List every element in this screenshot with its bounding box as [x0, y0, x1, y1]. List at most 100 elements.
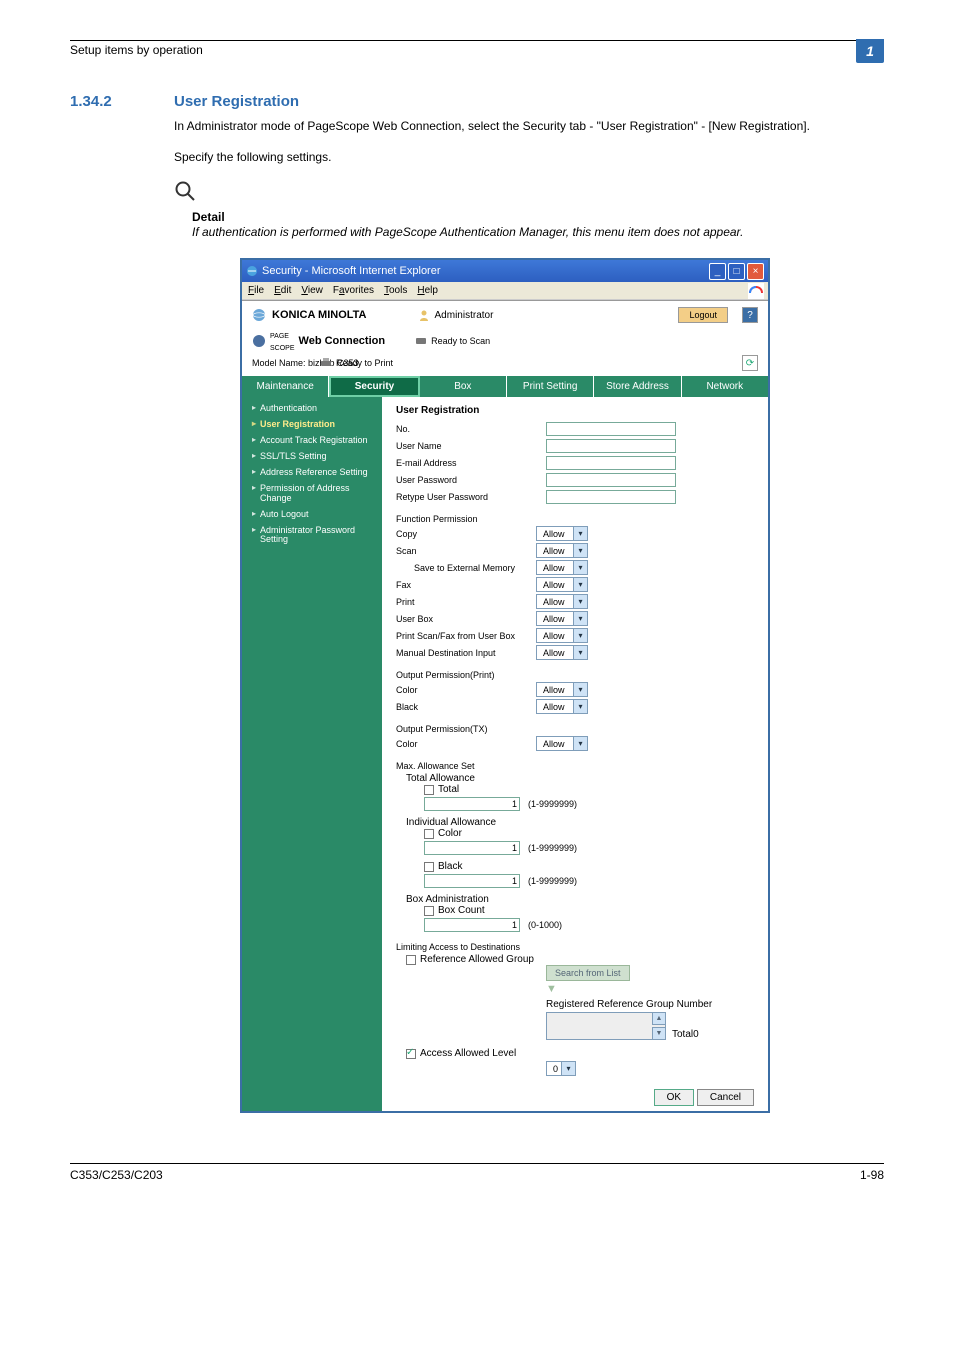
func-perm-4-select[interactable]: Allow▾ [536, 594, 588, 609]
chk-box-count[interactable] [424, 906, 434, 916]
func-perm-2-select[interactable]: Allow▾ [536, 560, 588, 575]
function-permission-title: Function Permission [396, 514, 754, 524]
input-email[interactable] [546, 456, 676, 470]
out-print-1-select[interactable]: Allow▾ [536, 699, 588, 714]
input-user-name[interactable] [546, 439, 676, 453]
minimize-button[interactable]: _ [709, 263, 726, 280]
chevron-down-icon: ▾ [573, 544, 587, 557]
input-total[interactable] [424, 797, 520, 811]
input-color[interactable] [424, 841, 520, 855]
sidebar-item-address-reference[interactable]: ▸Address Reference Setting [242, 465, 382, 481]
label-user-name: User Name [396, 441, 536, 451]
range-total: (1-9999999) [528, 799, 577, 809]
ready-scan-status: Ready to Scan [415, 335, 490, 347]
cancel-button[interactable]: Cancel [697, 1089, 754, 1106]
menu-help[interactable]: Help [417, 285, 438, 296]
sidebar-item-admin-password[interactable]: ▸Administrator Password Setting [242, 523, 382, 549]
ie-throbber-icon [748, 283, 764, 299]
footer-left: C353/C253/C203 [70, 1168, 163, 1182]
tab-maintenance[interactable]: Maintenance [242, 376, 329, 397]
pagescope-logo: PAGESCOPE Web Connection [252, 329, 385, 353]
input-box-count[interactable] [424, 918, 520, 932]
ok-button[interactable]: OK [654, 1089, 694, 1106]
scroll-up-icon[interactable]: ▲ [652, 1013, 665, 1025]
intro-paragraph-1: In Administrator mode of PageScope Web C… [174, 118, 884, 135]
tab-network[interactable]: Network [682, 376, 768, 397]
tab-print-setting[interactable]: Print Setting [507, 376, 594, 397]
admin-icon [417, 308, 431, 322]
listbox-registered-groups[interactable]: ▲ ▼ [546, 1012, 666, 1040]
chk-total[interactable] [424, 785, 434, 795]
label-email: E-mail Address [396, 458, 536, 468]
chk-black[interactable] [424, 862, 434, 872]
chevron-down-icon: ▾ [573, 578, 587, 591]
tab-box[interactable]: Box [420, 376, 507, 397]
chevron-down-icon: ▾ [561, 1062, 575, 1075]
menu-tools[interactable]: Tools [384, 285, 407, 296]
tab-store-address[interactable]: Store Address [594, 376, 681, 397]
output-tx-title: Output Permission(TX) [396, 724, 754, 734]
chk-ref-group-label: Reference Allowed Group [420, 954, 534, 965]
refresh-button[interactable]: ⟳ [742, 355, 758, 371]
chk-access-level[interactable] [406, 1049, 416, 1059]
func-perm-7-select[interactable]: Allow▾ [536, 645, 588, 660]
out-print-0-label: Color [396, 685, 536, 695]
down-triangle-icon: ▼ [546, 983, 754, 995]
sidebar-item-authentication[interactable]: ▸Authentication [242, 401, 382, 417]
func-perm-6-select[interactable]: Allow▾ [536, 628, 588, 643]
chk-total-label: Total [438, 784, 459, 795]
input-black[interactable] [424, 874, 520, 888]
range-box: (0-1000) [528, 920, 562, 930]
out-print-0-select[interactable]: Allow▾ [536, 682, 588, 697]
chapter-number: 1 [856, 39, 884, 63]
tab-security[interactable]: Security [329, 376, 419, 397]
label-user-password: User Password [396, 475, 536, 485]
screenshot-window: Security - Microsoft Internet Explorer _… [240, 258, 770, 1113]
section-title: User Registration [174, 93, 299, 110]
menu-file[interactable]: File [248, 285, 264, 296]
ready-print-status: Ready to Print [320, 357, 393, 369]
range-color: (1-9999999) [528, 843, 577, 853]
admin-role-label: Administrator [435, 310, 494, 321]
globe-icon [252, 308, 266, 322]
func-perm-3-select[interactable]: Allow▾ [536, 577, 588, 592]
select-access-level[interactable]: 0▾ [546, 1061, 576, 1076]
sidebar-item-user-registration[interactable]: ▸User Registration [242, 417, 382, 433]
total-allowance-label: Total Allowance [406, 773, 754, 784]
func-perm-5-select[interactable]: Allow▾ [536, 611, 588, 626]
scroll-down-icon[interactable]: ▼ [652, 1027, 665, 1039]
chk-access-level-label: Access Allowed Level [420, 1048, 516, 1059]
menu-edit[interactable]: Edit [274, 285, 291, 296]
out-print-1-label: Black [396, 702, 536, 712]
search-from-list-button[interactable]: Search from List [546, 965, 630, 981]
func-perm-0-select[interactable]: Allow▾ [536, 526, 588, 541]
individual-allowance-label: Individual Allowance [406, 817, 754, 828]
chk-color[interactable] [424, 829, 434, 839]
chk-ref-group[interactable] [406, 955, 416, 965]
tab-bar: Maintenance Security Box Print Setting S… [242, 375, 768, 397]
brand-logo: KONICA MINOLTA [252, 308, 367, 322]
footer-right: 1-98 [860, 1168, 884, 1182]
close-button[interactable]: × [747, 263, 764, 280]
sidebar-item-account-track[interactable]: ▸Account Track Registration [242, 433, 382, 449]
menu-view[interactable]: View [301, 285, 323, 296]
pagescope-icon [252, 334, 266, 348]
sidebar-item-auto-logout[interactable]: ▸Auto Logout [242, 507, 382, 523]
out-tx-0-select[interactable]: Allow▾ [536, 736, 588, 751]
input-no[interactable] [546, 422, 676, 436]
input-retype-password[interactable] [546, 490, 676, 504]
func-perm-4-label: Print [396, 597, 536, 607]
menu-favorites[interactable]: Favorites [333, 285, 374, 296]
func-perm-1-label: Scan [396, 546, 536, 556]
func-perm-6-label: Print Scan/Fax from User Box [396, 631, 536, 641]
logout-button[interactable]: Logout [678, 307, 728, 323]
chevron-down-icon: ▾ [573, 612, 587, 625]
func-perm-5-label: User Box [396, 614, 536, 624]
maximize-button[interactable]: □ [728, 263, 745, 280]
sidebar-item-permission-address[interactable]: ▸Permission of Address Change [242, 481, 382, 507]
sidebar-item-ssl-tls[interactable]: ▸SSL/TLS Setting [242, 449, 382, 465]
brand-name: KONICA MINOLTA [272, 309, 367, 321]
help-button[interactable]: ? [742, 307, 758, 323]
func-perm-1-select[interactable]: Allow▾ [536, 543, 588, 558]
input-user-password[interactable] [546, 473, 676, 487]
